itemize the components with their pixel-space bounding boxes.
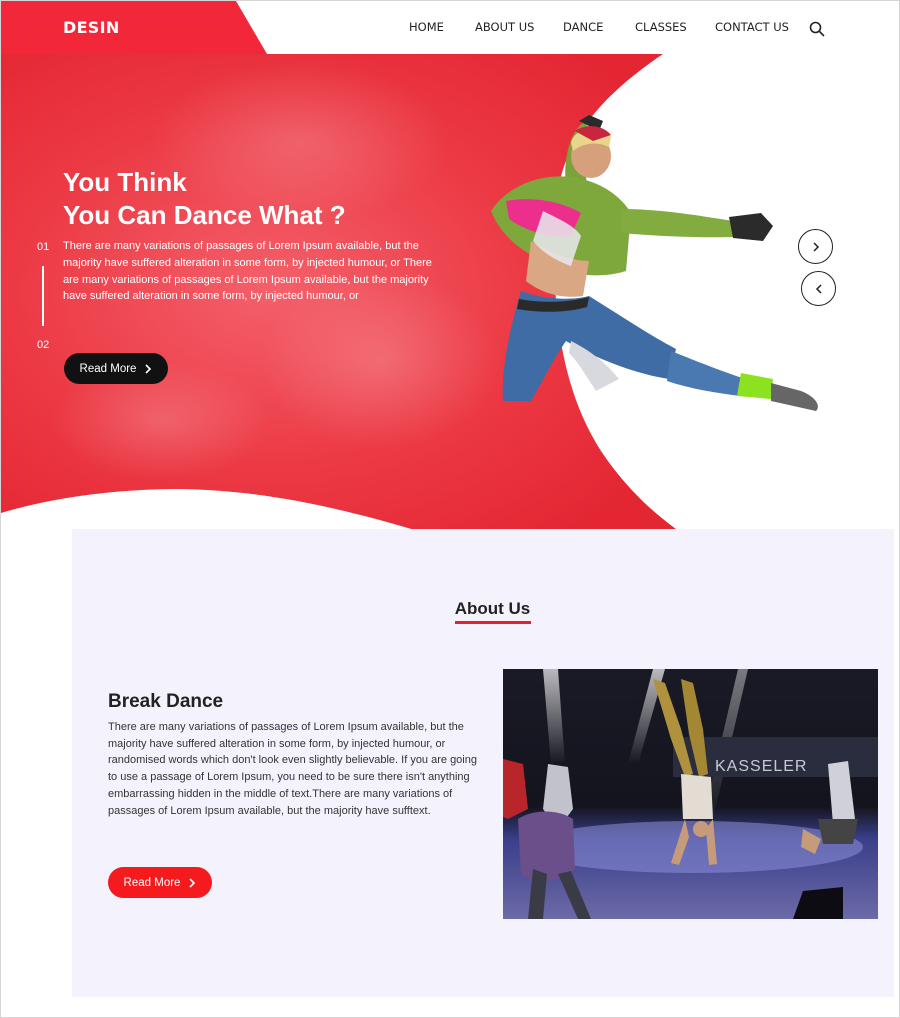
slide-number-01[interactable]: 01 bbox=[37, 241, 49, 253]
chevron-right-icon bbox=[812, 241, 819, 252]
main-nav: HOME ABOUT US DANCE CLASSES CONTACT US bbox=[1, 20, 899, 38]
about-read-more-button[interactable]: Read More bbox=[108, 867, 212, 898]
search-icon[interactable] bbox=[809, 21, 825, 37]
nav-classes[interactable]: CLASSES bbox=[635, 20, 687, 34]
about-read-more-label: Read More bbox=[123, 876, 181, 889]
break-dance-photo: KASSELER bbox=[503, 669, 878, 919]
hero-title-line-2: You Can Dance What ? bbox=[63, 200, 346, 230]
about-description: There are many variations of passages of… bbox=[108, 721, 477, 817]
photo-banner-text: KASSELER bbox=[715, 758, 807, 775]
slide-indicator-line bbox=[42, 266, 44, 326]
hero-wave-edge bbox=[72, 489, 900, 581]
hero-read-more-button[interactable]: Read More bbox=[64, 353, 168, 384]
nav-contact-us[interactable]: CONTACT US bbox=[715, 20, 789, 34]
hero-title-line-1: You Think bbox=[63, 167, 187, 197]
hero-read-more-label: Read More bbox=[79, 362, 137, 375]
nav-home[interactable]: HOME bbox=[409, 20, 444, 34]
slide-number-02[interactable]: 02 bbox=[37, 339, 49, 351]
nav-dance[interactable]: DANCE bbox=[563, 20, 603, 34]
about-heading-underline bbox=[455, 621, 531, 624]
chevron-left-icon bbox=[815, 283, 822, 294]
chevron-right-icon bbox=[145, 363, 152, 374]
slider-prev-button[interactable] bbox=[801, 271, 836, 306]
about-title: Break Dance bbox=[108, 691, 224, 712]
about-heading: About Us bbox=[454, 599, 531, 618]
hero-title: You Think You Can Dance What ? bbox=[63, 166, 346, 232]
page: DESIN HOME ABOUT US DANCE CLASSES CONTAC… bbox=[0, 0, 900, 1018]
dancer-image bbox=[491, 115, 818, 411]
slider-next-button[interactable] bbox=[798, 229, 833, 264]
chevron-right-icon bbox=[189, 877, 196, 888]
nav-about-us[interactable]: ABOUT US bbox=[475, 20, 534, 34]
hero-description: There are many variations of passages of… bbox=[63, 240, 432, 303]
